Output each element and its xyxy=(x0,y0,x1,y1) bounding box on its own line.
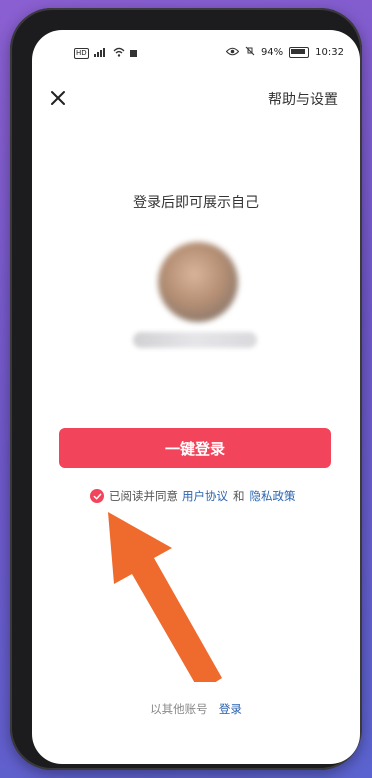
signal-icon xyxy=(93,47,108,60)
top-bar: 帮助与设置 xyxy=(32,86,360,116)
login-subtitle: 登录后即可展示自己 xyxy=(133,195,259,211)
status-right: 94% 10:32 xyxy=(225,46,344,59)
status-bar: HD 94% 10:32 xyxy=(32,30,360,76)
wifi-icon xyxy=(113,47,125,60)
other-login-prefix: 以其他账号 xyxy=(150,702,208,716)
status-left: HD xyxy=(74,47,137,60)
agreement-checkbox[interactable] xyxy=(90,489,104,503)
nickname-blurred xyxy=(133,332,257,348)
mute-icon xyxy=(245,46,255,59)
close-button[interactable] xyxy=(46,86,70,110)
check-icon xyxy=(93,493,101,499)
agreement-and: 和 xyxy=(233,489,245,503)
other-account-login: 以其他账号 登录 xyxy=(32,701,360,717)
notification-icon xyxy=(129,50,137,57)
avatar xyxy=(158,242,238,322)
phone-frame: HD 94% 10:32 帮助与设置 登录后即可展示自己 一键登录 已阅读并同意… xyxy=(10,8,362,770)
agreement-row: 已阅读并同意 用户协议 和 隐私政策 xyxy=(90,488,296,504)
help-settings-link[interactable]: 帮助与设置 xyxy=(268,89,338,109)
battery-icon xyxy=(289,47,310,58)
one-click-login-button[interactable]: 一键登录 xyxy=(59,428,331,468)
privacy-policy-link[interactable]: 隐私政策 xyxy=(250,488,296,504)
other-login-link[interactable]: 登录 xyxy=(219,702,242,716)
annotation-arrow-icon xyxy=(108,512,222,682)
app-screen: HD 94% 10:32 帮助与设置 登录后即可展示自己 一键登录 已阅读并同意… xyxy=(32,30,360,764)
eye-icon xyxy=(225,47,240,59)
hd-icon: HD xyxy=(74,48,89,59)
user-agreement-link[interactable]: 用户协议 xyxy=(182,488,228,504)
close-icon xyxy=(51,91,65,105)
agreement-prefix: 已阅读并同意 xyxy=(109,489,178,503)
battery-percent: 94% xyxy=(260,47,284,58)
clock: 10:32 xyxy=(315,47,344,58)
